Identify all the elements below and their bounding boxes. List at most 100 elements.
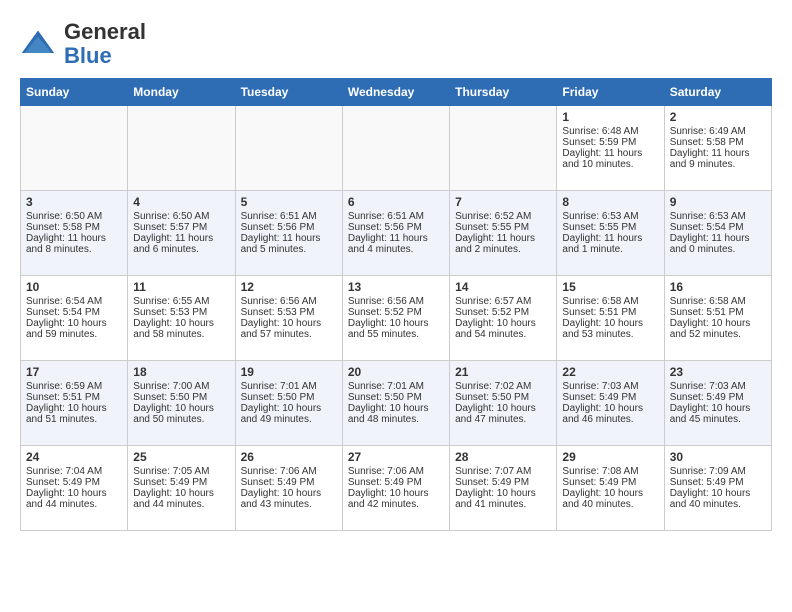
calendar-cell: 6 Sunrise: 6:51 AM Sunset: 5:56 PM Daylig…: [342, 191, 449, 276]
day-info: Sunrise: 6:51 AM Sunset: 5:56 PM Dayligh…: [241, 211, 321, 255]
day-info: Sunrise: 6:58 AM Sunset: 5:51 PM Dayligh…: [562, 296, 643, 340]
day-info: Sunrise: 7:08 AM Sunset: 5:49 PM Dayligh…: [562, 466, 643, 510]
day-number: 18: [133, 365, 229, 379]
calendar-cell: [21, 106, 128, 191]
day-number: 28: [455, 450, 551, 464]
calendar-cell: 7 Sunrise: 6:52 AM Sunset: 5:55 PM Daylig…: [450, 191, 557, 276]
day-number: 8: [562, 195, 658, 209]
day-info: Sunrise: 7:09 AM Sunset: 5:49 PM Dayligh…: [670, 466, 751, 510]
day-info: Sunrise: 6:50 AM Sunset: 5:58 PM Dayligh…: [26, 211, 106, 255]
day-info: Sunrise: 6:56 AM Sunset: 5:52 PM Dayligh…: [348, 296, 429, 340]
day-number: 3: [26, 195, 122, 209]
calendar-cell: 9Sunrise: 6:53 AM Sunset: 5:54 PM Daylig…: [664, 191, 771, 276]
calendar-table: SundayMondayTuesdayWednesdayThursdayFrid…: [20, 78, 772, 531]
calendar-cell: 13Sunrise: 6:56 AM Sunset: 5:52 PM Dayli…: [342, 276, 449, 361]
calendar-cell: 22Sunrise: 7:03 AM Sunset: 5:49 PM Dayli…: [557, 361, 664, 446]
week-row-4: 17 Sunrise: 6:59 AM Sunset: 5:51 PM Dayli…: [21, 361, 772, 446]
day-info: Sunrise: 6:53 AM Sunset: 5:54 PM Dayligh…: [670, 211, 750, 255]
calendar-cell: 21 Sunrise: 7:02 AM Sunset: 5:50 PM Dayli…: [450, 361, 557, 446]
day-number: 4: [133, 195, 229, 209]
day-info: Sunrise: 7:01 AM Sunset: 5:50 PM Dayligh…: [348, 381, 429, 425]
day-number: 26: [241, 450, 337, 464]
day-number: 7: [455, 195, 551, 209]
col-header-saturday: Saturday: [664, 79, 771, 106]
week-row-2: 3 Sunrise: 6:50 AM Sunset: 5:58 PM Daylig…: [21, 191, 772, 276]
calendar-cell: 5 Sunrise: 6:51 AM Sunset: 5:56 PM Daylig…: [235, 191, 342, 276]
calendar-cell: 30 Sunrise: 7:09 AM Sunset: 5:49 PM Dayli…: [664, 446, 771, 531]
logo: General Blue: [20, 20, 146, 68]
day-info: Sunrise: 7:03 AM Sunset: 5:49 PM Dayligh…: [670, 381, 751, 425]
calendar-cell: 3 Sunrise: 6:50 AM Sunset: 5:58 PM Daylig…: [21, 191, 128, 276]
day-info: Sunrise: 6:56 AM Sunset: 5:53 PM Dayligh…: [241, 296, 322, 340]
day-number: 15: [562, 280, 658, 294]
logo-text: General Blue: [64, 20, 146, 68]
day-info: Sunrise: 7:02 AM Sunset: 5:50 PM Dayligh…: [455, 381, 536, 425]
day-info: Sunrise: 6:52 AM Sunset: 5:55 PM Dayligh…: [455, 211, 535, 255]
calendar-cell: 26Sunrise: 7:06 AM Sunset: 5:49 PM Dayli…: [235, 446, 342, 531]
day-info: Sunrise: 7:04 AM Sunset: 5:49 PM Dayligh…: [26, 466, 107, 510]
week-row-1: 1Sunrise: 6:48 AM Sunset: 5:59 PM Daylig…: [21, 106, 772, 191]
day-number: 10: [26, 280, 122, 294]
day-info: Sunrise: 6:58 AM Sunset: 5:51 PM Dayligh…: [670, 296, 751, 340]
calendar-cell: [128, 106, 235, 191]
calendar-cell: 18Sunrise: 7:00 AM Sunset: 5:50 PM Dayli…: [128, 361, 235, 446]
col-header-sunday: Sunday: [21, 79, 128, 106]
day-number: 27: [348, 450, 444, 464]
day-number: 21: [455, 365, 551, 379]
calendar-cell: 20 Sunrise: 7:01 AM Sunset: 5:50 PM Dayli…: [342, 361, 449, 446]
col-header-thursday: Thursday: [450, 79, 557, 106]
day-number: 2: [670, 110, 766, 124]
week-row-5: 24Sunrise: 7:04 AM Sunset: 5:49 PM Dayli…: [21, 446, 772, 531]
calendar-cell: 10 Sunrise: 6:54 AM Sunset: 5:54 PM Dayli…: [21, 276, 128, 361]
day-info: Sunrise: 6:48 AM Sunset: 5:59 PM Dayligh…: [562, 126, 642, 170]
col-header-wednesday: Wednesday: [342, 79, 449, 106]
day-info: Sunrise: 6:55 AM Sunset: 5:53 PM Dayligh…: [133, 296, 214, 340]
day-number: 25: [133, 450, 229, 464]
day-number: 16: [670, 280, 766, 294]
col-header-friday: Friday: [557, 79, 664, 106]
logo-blue: Blue: [64, 43, 112, 68]
day-number: 5: [241, 195, 337, 209]
day-info: Sunrise: 7:06 AM Sunset: 5:49 PM Dayligh…: [348, 466, 429, 510]
day-number: 17: [26, 365, 122, 379]
calendar-cell: 28Sunrise: 7:07 AM Sunset: 5:49 PM Dayli…: [450, 446, 557, 531]
col-header-monday: Monday: [128, 79, 235, 106]
day-number: 30: [670, 450, 766, 464]
calendar-cell: [235, 106, 342, 191]
day-number: 20: [348, 365, 444, 379]
calendar-cell: [342, 106, 449, 191]
logo-general: General: [64, 19, 146, 44]
day-number: 29: [562, 450, 658, 464]
calendar-cell: 23 Sunrise: 7:03 AM Sunset: 5:49 PM Dayli…: [664, 361, 771, 446]
calendar-cell: 27 Sunrise: 7:06 AM Sunset: 5:49 PM Dayli…: [342, 446, 449, 531]
week-row-3: 10 Sunrise: 6:54 AM Sunset: 5:54 PM Dayli…: [21, 276, 772, 361]
calendar-cell: 17 Sunrise: 6:59 AM Sunset: 5:51 PM Dayli…: [21, 361, 128, 446]
day-info: Sunrise: 7:05 AM Sunset: 5:49 PM Dayligh…: [133, 466, 214, 510]
day-info: Sunrise: 6:54 AM Sunset: 5:54 PM Dayligh…: [26, 296, 107, 340]
calendar-cell: 1Sunrise: 6:48 AM Sunset: 5:59 PM Daylig…: [557, 106, 664, 191]
calendar-cell: 12 Sunrise: 6:56 AM Sunset: 5:53 PM Dayli…: [235, 276, 342, 361]
day-info: Sunrise: 6:59 AM Sunset: 5:51 PM Dayligh…: [26, 381, 107, 425]
calendar-cell: [450, 106, 557, 191]
day-info: Sunrise: 6:51 AM Sunset: 5:56 PM Dayligh…: [348, 211, 428, 255]
calendar-cell: 16 Sunrise: 6:58 AM Sunset: 5:51 PM Dayli…: [664, 276, 771, 361]
day-info: Sunrise: 7:03 AM Sunset: 5:49 PM Dayligh…: [562, 381, 643, 425]
day-number: 23: [670, 365, 766, 379]
calendar-cell: 14Sunrise: 6:57 AM Sunset: 5:52 PM Dayli…: [450, 276, 557, 361]
day-number: 11: [133, 280, 229, 294]
day-info: Sunrise: 6:49 AM Sunset: 5:58 PM Dayligh…: [670, 126, 750, 170]
col-header-tuesday: Tuesday: [235, 79, 342, 106]
calendar-cell: 2 Sunrise: 6:49 AM Sunset: 5:58 PM Daylig…: [664, 106, 771, 191]
calendar-cell: 19 Sunrise: 7:01 AM Sunset: 5:50 PM Dayli…: [235, 361, 342, 446]
day-info: Sunrise: 7:01 AM Sunset: 5:50 PM Dayligh…: [241, 381, 322, 425]
day-info: Sunrise: 6:53 AM Sunset: 5:55 PM Dayligh…: [562, 211, 642, 255]
day-number: 12: [241, 280, 337, 294]
day-number: 19: [241, 365, 337, 379]
day-number: 14: [455, 280, 551, 294]
logo-icon: [20, 26, 56, 62]
day-number: 6: [348, 195, 444, 209]
calendar-cell: 8 Sunrise: 6:53 AM Sunset: 5:55 PM Daylig…: [557, 191, 664, 276]
calendar-cell: 4Sunrise: 6:50 AM Sunset: 5:57 PM Daylig…: [128, 191, 235, 276]
calendar-cell: 15 Sunrise: 6:58 AM Sunset: 5:51 PM Dayli…: [557, 276, 664, 361]
page-header: General Blue: [20, 20, 772, 68]
